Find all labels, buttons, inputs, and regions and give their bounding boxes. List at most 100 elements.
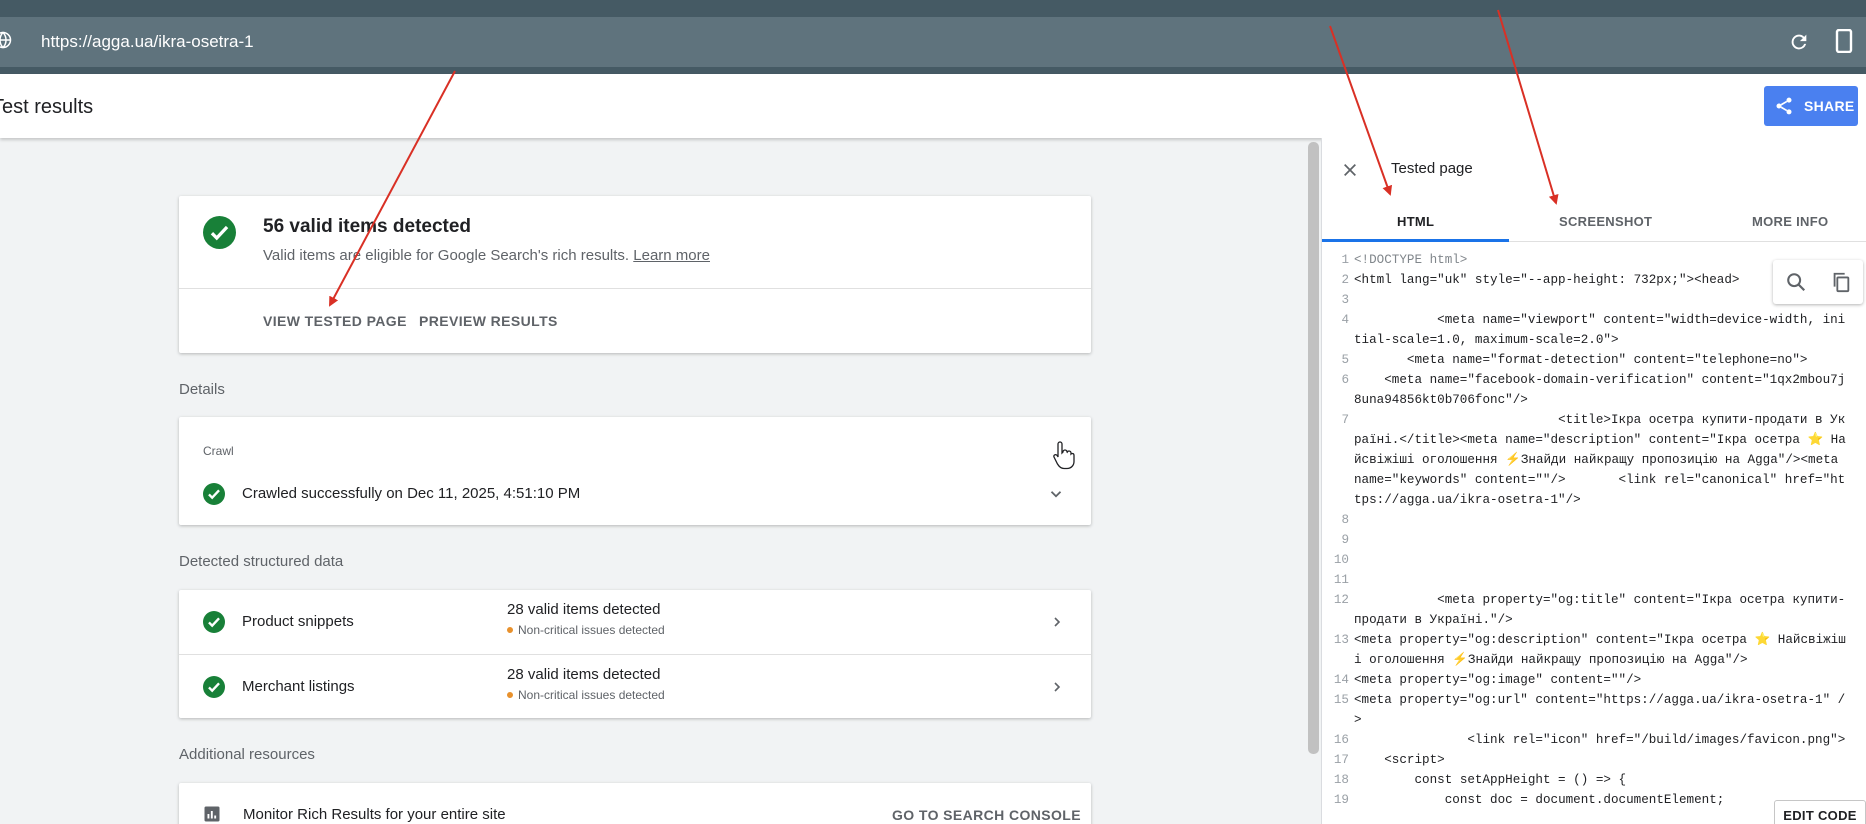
- tab-html[interactable]: HTML: [1397, 214, 1434, 229]
- line-number: 15: [1333, 693, 1349, 707]
- edit-code-button[interactable]: EDIT CODE: [1774, 800, 1866, 824]
- url-text[interactable]: https://agga.ua/ikra-osetra-1: [41, 32, 254, 52]
- resources-text: Monitor Rich Results for your entire sit…: [243, 806, 506, 823]
- code-line: 12 <meta property="og:title" content="Ік…: [1322, 590, 1866, 630]
- line-number: 8: [1341, 513, 1349, 527]
- resources-card: Monitor Rich Results for your entire sit…: [179, 783, 1091, 824]
- preview-results-button[interactable]: PREVIEW RESULTS: [419, 313, 558, 329]
- share-button[interactable]: SHARE: [1764, 86, 1858, 126]
- line-number: 10: [1333, 553, 1349, 567]
- tested-page-panel: Tested page HTML SCREENSHOT MORE INFO 1 <…: [1321, 138, 1866, 824]
- check-circle-icon: [203, 216, 236, 249]
- code-line: 11: [1322, 570, 1866, 590]
- issue-text: Non-critical issues detected: [518, 623, 665, 637]
- crawl-status-text: Crawled successfully on Dec 11, 2025, 4:…: [242, 485, 581, 502]
- code-text: <meta property="og:url" content="https:/…: [1354, 693, 1846, 727]
- panel-tabs: HTML SCREENSHOT MORE INFO: [1322, 200, 1866, 242]
- code-text: <meta name="viewport" content="width=dev…: [1354, 313, 1846, 347]
- line-number: 16: [1333, 733, 1349, 747]
- url-bar: https://agga.ua/ikra-osetra-1: [0, 17, 1866, 67]
- code-lines: 1 <!DOCTYPE html> 2 <html lang="uk" style="…: [1322, 250, 1866, 810]
- code-line: 7 <title>Ікра осетра купити-продати в Ук…: [1322, 410, 1866, 510]
- go-to-search-console-button[interactable]: GO TO SEARCH CONSOLE: [892, 807, 1081, 823]
- additional-resources-heading: Additional resources: [179, 746, 315, 763]
- line-number: 4: [1341, 313, 1349, 327]
- code-line: 4 <meta name="viewport" content="width=d…: [1322, 310, 1866, 350]
- structured-row-product-snippets[interactable]: Product snippets 28 valid items detected…: [179, 590, 1091, 655]
- divider: [179, 288, 1091, 289]
- line-number: 1: [1341, 253, 1349, 267]
- hand-cursor-icon: [1053, 441, 1075, 470]
- subtitle-text: Valid items are eligible for Google Sear…: [263, 247, 630, 264]
- chevron-right-icon[interactable]: [1049, 613, 1065, 631]
- browser-top-strip: [0, 0, 1866, 17]
- bar-chart-icon: [204, 806, 220, 822]
- structured-data-heading: Detected structured data: [179, 553, 344, 570]
- line-number: 12: [1333, 593, 1349, 607]
- code-text: const setAppHeight = () => {: [1354, 773, 1627, 787]
- code-text: <script>: [1354, 753, 1445, 767]
- line-number: 19: [1333, 793, 1349, 807]
- view-tested-page-button[interactable]: VIEW TESTED PAGE: [263, 313, 407, 329]
- share-label: SHARE: [1804, 98, 1855, 114]
- close-icon[interactable]: [1342, 162, 1358, 178]
- code-text: <meta name="format-detection" content="t…: [1354, 353, 1808, 367]
- line-number: 3: [1341, 293, 1349, 307]
- page-header: Test results SHARE: [0, 74, 1866, 138]
- crawl-card[interactable]: Crawl Crawled successfully on Dec 11, 20…: [179, 417, 1091, 525]
- valid-items-subtitle: Valid items are eligible for Google Sear…: [263, 247, 710, 264]
- code-text: <link rel="icon" href="/build/images/fav…: [1354, 733, 1846, 747]
- line-number: 17: [1333, 753, 1349, 767]
- code-line: 18 const setAppHeight = () => {: [1322, 770, 1866, 790]
- code-text: <title>Ікра осетра купити-продати в Укра…: [1354, 413, 1846, 507]
- structured-row-name: Product snippets: [242, 613, 354, 630]
- mobile-device-icon[interactable]: [1834, 29, 1854, 53]
- page-title: Test results: [0, 96, 94, 118]
- code-line: 6 <meta name="facebook-domain-verificati…: [1322, 370, 1866, 410]
- chevron-down-icon[interactable]: [1047, 485, 1065, 503]
- issue-text: Non-critical issues detected: [518, 688, 665, 702]
- structured-row-name: Merchant listings: [242, 678, 355, 695]
- code-line: 15 <meta property="og:url" content="https…: [1322, 690, 1866, 730]
- active-tab-indicator: [1322, 239, 1509, 242]
- url-bar-shadow: [0, 67, 1866, 74]
- html-code-view[interactable]: 1 <!DOCTYPE html> 2 <html lang="uk" style="…: [1322, 250, 1866, 824]
- learn-more-link[interactable]: Learn more: [633, 247, 710, 264]
- tab-screenshot[interactable]: SCREENSHOT: [1559, 214, 1652, 229]
- code-line: 5 <meta name="format-detection" content=…: [1322, 350, 1866, 370]
- summary-card: 56 valid items detected Valid items are …: [179, 196, 1091, 353]
- check-circle-icon: [203, 611, 225, 633]
- code-text: <meta property="og:image" content=""/>: [1354, 673, 1642, 687]
- line-number: 11: [1333, 573, 1349, 587]
- share-icon: [1776, 97, 1792, 115]
- structured-row-merchant-listings[interactable]: Merchant listings 28 valid items detecte…: [179, 655, 1091, 719]
- warning-dot-icon: [507, 627, 513, 633]
- code-text: <meta name="facebook-domain-verification…: [1354, 373, 1846, 407]
- copy-icon[interactable]: [1830, 271, 1852, 293]
- line-number: 5: [1341, 353, 1349, 367]
- code-line: 10: [1322, 550, 1866, 570]
- structured-data-card: Product snippets 28 valid items detected…: [179, 590, 1091, 718]
- chevron-right-icon[interactable]: [1049, 678, 1065, 696]
- valid-items-title: 56 valid items detected: [263, 216, 472, 237]
- globe-icon: [0, 31, 12, 49]
- structured-row-issue: Non-critical issues detected: [507, 688, 665, 702]
- check-circle-icon: [203, 483, 225, 505]
- reload-icon[interactable]: [1788, 31, 1810, 53]
- warning-dot-icon: [507, 692, 513, 698]
- code-line: 17 <script>: [1322, 750, 1866, 770]
- tab-more-info[interactable]: MORE INFO: [1752, 214, 1828, 229]
- code-line: 8: [1322, 510, 1866, 530]
- search-icon[interactable]: [1785, 271, 1807, 293]
- line-number: 7: [1341, 413, 1349, 427]
- main-scrollbar[interactable]: [1308, 142, 1319, 754]
- line-number: 13: [1333, 633, 1349, 647]
- structured-row-issue: Non-critical issues detected: [507, 623, 665, 637]
- panel-title: Tested page: [1391, 160, 1473, 177]
- details-heading: Details: [179, 381, 225, 398]
- structured-row-count: 28 valid items detected: [507, 666, 661, 683]
